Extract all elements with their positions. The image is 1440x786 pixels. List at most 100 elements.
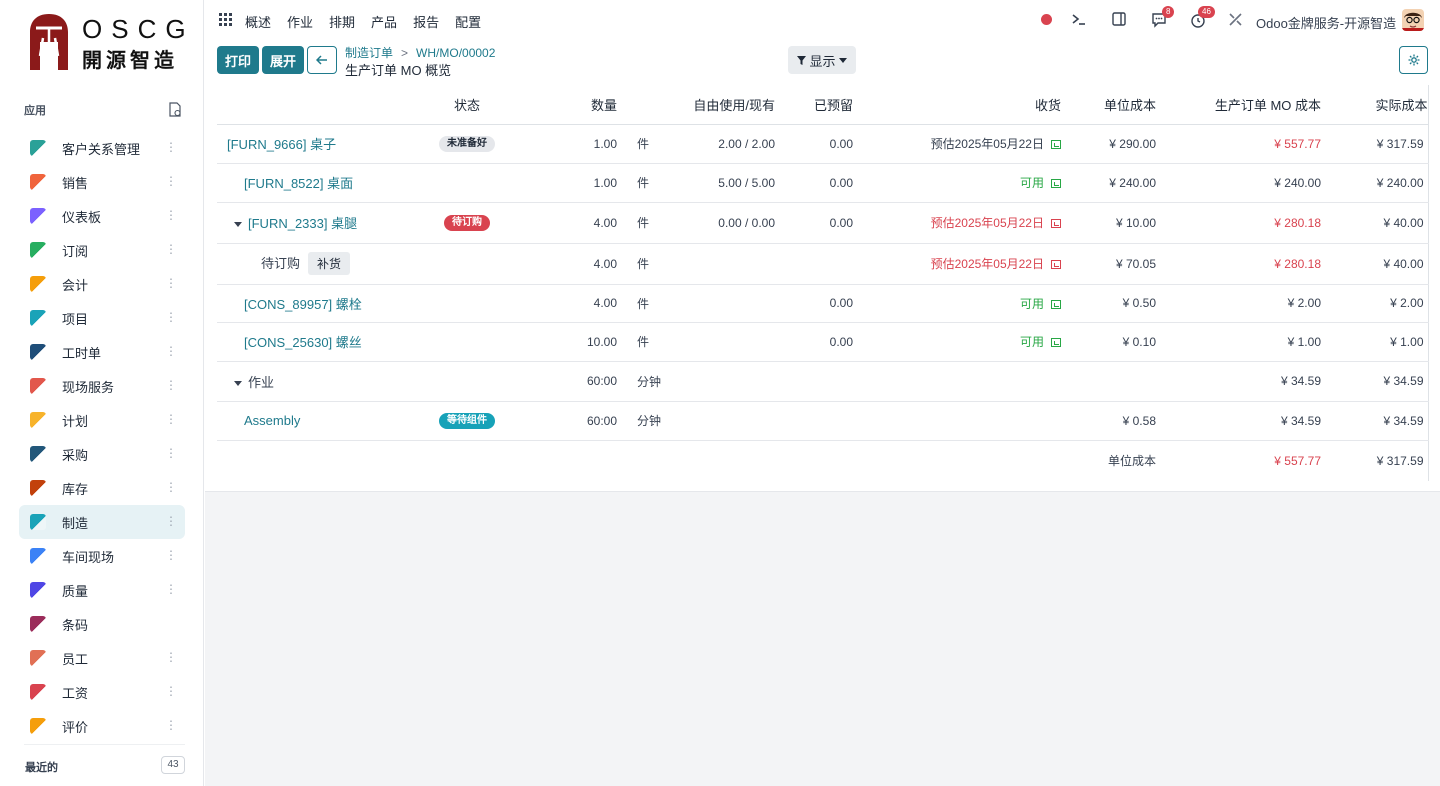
product-cell: [FURN_8522] 桌面 bbox=[217, 163, 422, 203]
company-switcher[interactable]: Odoo金牌服务-开源智造 bbox=[1256, 13, 1396, 32]
page-title: 生产订单 MO 概览 bbox=[345, 63, 452, 78]
display-dropdown[interactable]: 显示 bbox=[788, 46, 856, 74]
more-options-icon[interactable]: ⋮ bbox=[165, 310, 177, 324]
forecast-report-icon[interactable] bbox=[1051, 338, 1061, 347]
product-name[interactable]: [CONS_89957] 螺栓 bbox=[244, 297, 362, 312]
receipt-cell: 预估2025年05月22日 bbox=[853, 202, 1061, 244]
panel-toggle-icon[interactable] bbox=[1112, 12, 1126, 26]
sidebar-item[interactable]: 采购 ⋮ bbox=[19, 437, 185, 471]
qty-cell: 60:00 bbox=[512, 401, 617, 441]
sidebar-item-label: 评价 bbox=[62, 719, 89, 735]
back-button[interactable] bbox=[307, 46, 337, 74]
status-badge: 未准备好 bbox=[439, 136, 495, 152]
forecast-report-icon[interactable] bbox=[1051, 299, 1061, 309]
company-logo[interactable]: OSCG 開源智造 bbox=[28, 12, 186, 74]
add-app-icon[interactable] bbox=[168, 102, 182, 118]
settings-button[interactable] bbox=[1399, 46, 1428, 74]
more-options-icon[interactable]: ⋮ bbox=[165, 140, 177, 154]
product-name[interactable]: [FURN_9666] 桌子 bbox=[227, 137, 336, 152]
forecast-report-icon[interactable] bbox=[1051, 140, 1061, 149]
reserved-cell bbox=[775, 243, 853, 285]
sidebar-item[interactable]: 仪表板 ⋮ bbox=[19, 199, 185, 233]
more-options-icon[interactable]: ⋮ bbox=[165, 718, 177, 732]
more-options-icon[interactable]: ⋮ bbox=[165, 276, 177, 290]
more-options-icon[interactable]: ⋮ bbox=[165, 378, 177, 392]
breadcrumb-mo-record[interactable]: WH/MO/00002 bbox=[416, 46, 495, 60]
sidebar-item[interactable]: 销售 ⋮ bbox=[19, 165, 185, 199]
sidebar-item[interactable]: 工时单 ⋮ bbox=[19, 335, 185, 369]
menu-item-products[interactable]: 产品 bbox=[371, 12, 397, 31]
mo-cell: ¥ 2.00 bbox=[1156, 284, 1321, 323]
uom-cell: 件 bbox=[617, 124, 667, 164]
breadcrumb-mo-list[interactable]: 制造订单 bbox=[345, 46, 393, 60]
menu-item-reporting[interactable]: 报告 bbox=[413, 12, 439, 31]
menu-item-planning[interactable]: 排期 bbox=[329, 12, 355, 31]
replenish-button[interactable]: 补货 bbox=[308, 252, 351, 275]
sidebar-item[interactable]: 会计 ⋮ bbox=[19, 267, 185, 301]
sidebar-item[interactable]: 质量 ⋮ bbox=[19, 573, 185, 607]
uom-value: 件 bbox=[637, 335, 650, 349]
more-options-icon[interactable]: ⋮ bbox=[165, 582, 177, 596]
sidebar-item[interactable]: 评价 ⋮ bbox=[19, 709, 185, 743]
more-options-icon[interactable]: ⋮ bbox=[165, 514, 177, 528]
product-name[interactable]: [FURN_2333] 桌腿 bbox=[248, 216, 357, 231]
barcode-icon bbox=[30, 616, 46, 632]
debug-tools-icon[interactable] bbox=[1228, 12, 1243, 27]
app-grid-icon[interactable] bbox=[219, 13, 232, 26]
uom-cell: 件 bbox=[617, 322, 667, 362]
user-avatar[interactable] bbox=[1402, 9, 1424, 31]
uom-value: 件 bbox=[637, 137, 650, 151]
more-options-icon[interactable]: ⋮ bbox=[165, 650, 177, 664]
unit-value: ¥ 0.10 bbox=[1122, 334, 1156, 349]
sidebar-item[interactable]: 订阅 ⋮ bbox=[19, 233, 185, 267]
forecast-report-icon[interactable] bbox=[1051, 179, 1061, 188]
recording-dot-icon[interactable] bbox=[1041, 14, 1052, 25]
menu-item-configuration[interactable]: 配置 bbox=[455, 12, 481, 31]
qty-value: 4.00 bbox=[593, 296, 617, 310]
sidebar-item[interactable]: 工资 ⋮ bbox=[19, 675, 185, 709]
more-options-icon[interactable]: ⋮ bbox=[165, 480, 177, 494]
more-options-icon[interactable]: ⋮ bbox=[165, 684, 177, 698]
product-name[interactable]: [FURN_8522] 桌面 bbox=[244, 176, 353, 191]
qty-cell: 4.00 bbox=[512, 202, 617, 244]
sidebar-item[interactable]: 项目 ⋮ bbox=[19, 301, 185, 335]
expand-caret-icon[interactable] bbox=[234, 222, 242, 228]
sidebar-item[interactable]: 车间现场 ⋮ bbox=[19, 539, 185, 573]
sidebar-item[interactable]: 库存 ⋮ bbox=[19, 471, 185, 505]
display-label: 显示 bbox=[809, 53, 836, 69]
sidebar-item[interactable]: 条码 bbox=[19, 607, 185, 641]
uom-value: 件 bbox=[637, 257, 650, 271]
app-root: OSCG 開源智造 应用 客户关系管理 ⋮ 销售 ⋮ 仪表板 ⋮ 订阅 ⋮ 会计 ⋮ 项目 ⋮ 工时单 ⋮… bbox=[0, 0, 1440, 786]
more-options-icon[interactable]: ⋮ bbox=[165, 242, 177, 256]
recent-section[interactable]: 最近的 43 bbox=[24, 744, 185, 786]
more-options-icon[interactable]: ⋮ bbox=[165, 174, 177, 188]
menu-item-overview[interactable]: 概述 bbox=[245, 12, 271, 31]
sidebar-item[interactable]: 员工 ⋮ bbox=[19, 641, 185, 675]
print-button[interactable]: 打印 bbox=[217, 46, 259, 74]
more-options-icon[interactable]: ⋮ bbox=[165, 548, 177, 562]
sidebar-item[interactable]: 现场服务 ⋮ bbox=[19, 369, 185, 403]
expand-button[interactable]: 展开 bbox=[262, 46, 304, 74]
more-options-icon[interactable]: ⋮ bbox=[165, 344, 177, 358]
product-name[interactable]: [CONS_25630] 螺丝 bbox=[244, 335, 362, 350]
product-name[interactable]: Assembly bbox=[244, 413, 300, 428]
sidebar-item[interactable]: 计划 ⋮ bbox=[19, 403, 185, 437]
reserved-cell: 0.00 bbox=[775, 202, 853, 244]
uom-cell: 件 bbox=[617, 202, 667, 244]
sidebar-item[interactable]: 客户关系管理 ⋮ bbox=[19, 131, 185, 165]
forecast-report-icon[interactable] bbox=[1051, 219, 1061, 228]
more-options-icon[interactable]: ⋮ bbox=[165, 208, 177, 222]
top-nav: 概述 作业 排期 产品 报告 配置 8 46 Odoo金牌服务-开源智造 bbox=[205, 0, 1440, 40]
menu-item-operations[interactable]: 作业 bbox=[287, 12, 313, 31]
more-options-icon[interactable]: ⋮ bbox=[165, 446, 177, 460]
terminal-icon[interactable] bbox=[1071, 11, 1087, 27]
expand-caret-icon[interactable] bbox=[234, 380, 242, 386]
more-options-icon[interactable]: ⋮ bbox=[165, 412, 177, 426]
reserved-value: 0.00 bbox=[829, 334, 853, 349]
forecast-report-icon[interactable] bbox=[1051, 260, 1061, 269]
sidebar-item-label: 项目 bbox=[62, 311, 89, 327]
real-cell: ¥ 2.00 bbox=[1321, 284, 1429, 323]
free-cell: 0.00 / 0.00 bbox=[667, 202, 775, 244]
avatar-face-icon bbox=[1402, 9, 1424, 31]
sidebar-item[interactable]: 制造 ⋮ bbox=[19, 505, 185, 539]
